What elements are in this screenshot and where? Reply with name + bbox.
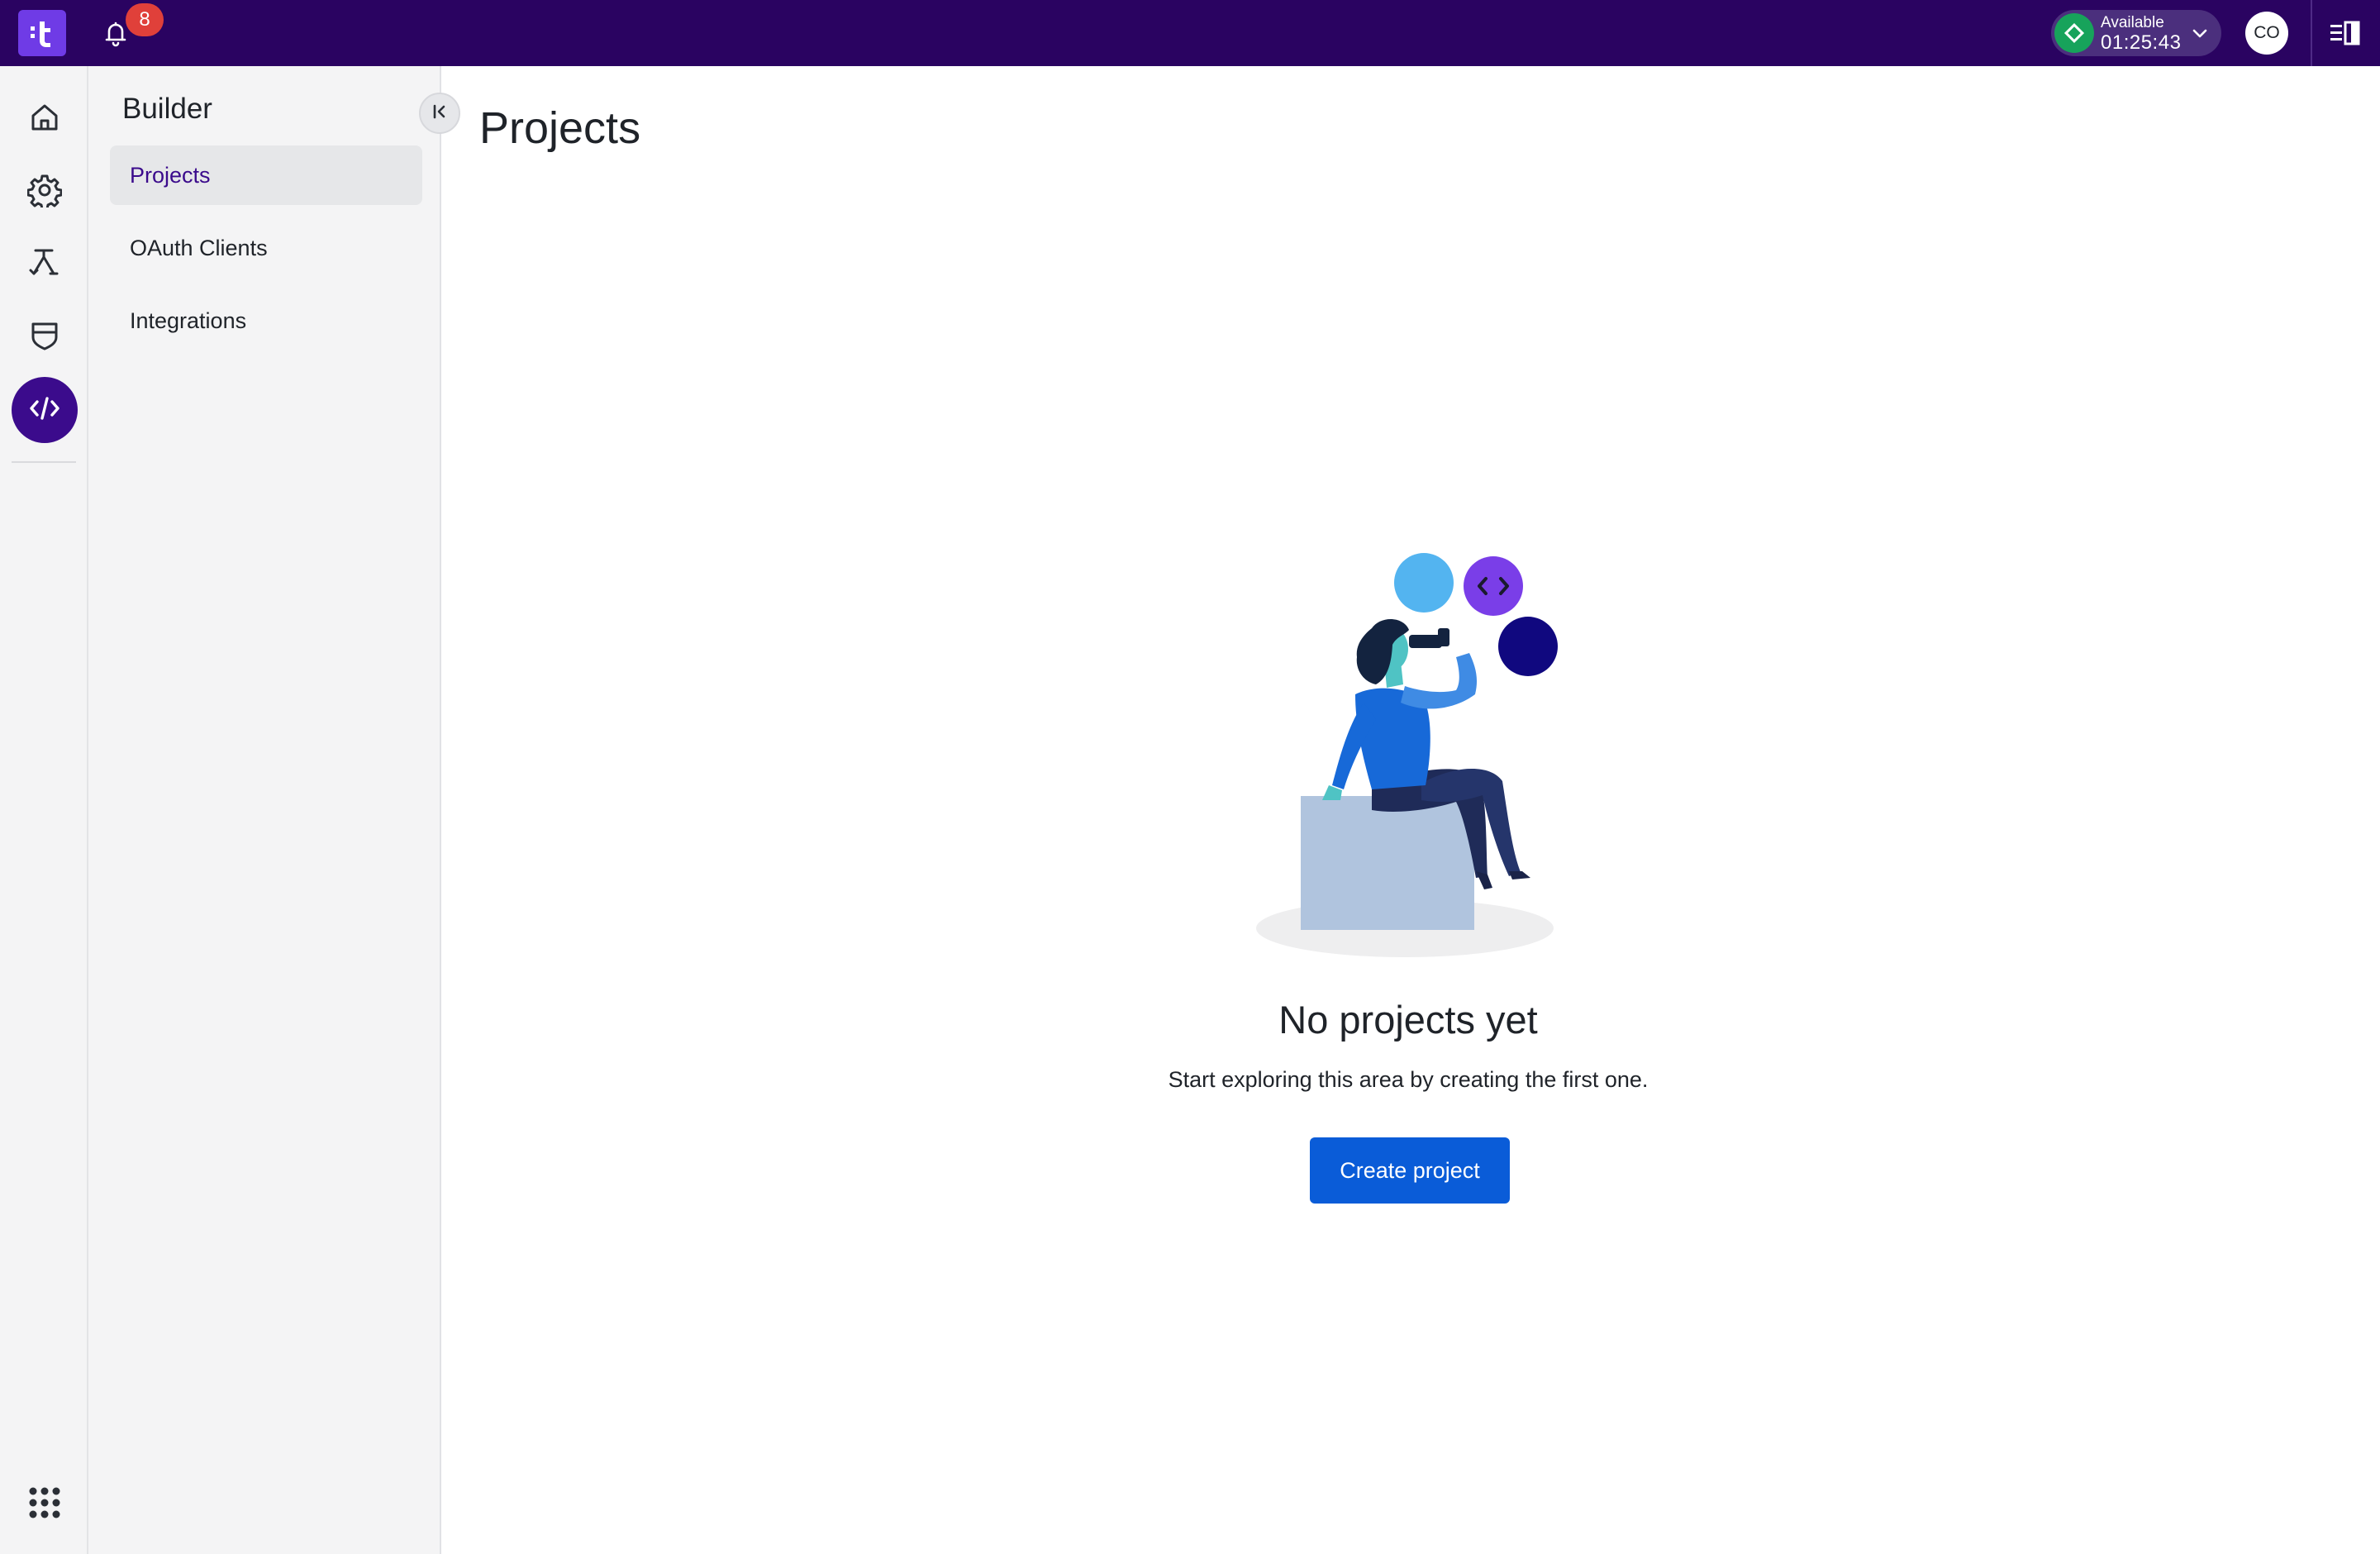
divider: [2311, 0, 2312, 66]
empty-state-illustration: [1240, 537, 1587, 975]
sidebar-item-integrations[interactable]: Integrations: [110, 291, 422, 350]
user-avatar[interactable]: CO: [2245, 12, 2288, 55]
builder-sidebar: Builder Projects OAuth Clients Integrati…: [88, 66, 460, 1554]
top-bar: 8 Available 01:25:43 CO: [0, 0, 2380, 66]
notification-badge: 8: [126, 3, 164, 36]
icon-rail: [0, 66, 88, 1554]
chevron-down-icon: [2190, 23, 2210, 43]
rail-security-button[interactable]: [12, 304, 78, 370]
sidebar-item-oauth-clients[interactable]: OAuth Clients: [110, 218, 422, 278]
empty-state-title: No projects yet: [1278, 998, 1538, 1042]
collapse-sidebar-button[interactable]: [419, 93, 460, 134]
side-panel-toggle-icon[interactable]: [2329, 18, 2362, 48]
apps-grid-icon[interactable]: [25, 1483, 64, 1523]
rail-home-button[interactable]: [12, 86, 78, 152]
app-logo-icon[interactable]: [18, 10, 66, 56]
sidebar-item-label: Projects: [130, 162, 211, 188]
page-title: Projects: [479, 103, 641, 153]
empty-state-subtitle: Start exploring this area by creating th…: [1168, 1067, 1649, 1092]
rail-divider: [12, 461, 76, 463]
routing-icon: [27, 245, 62, 284]
sidebar-item-label: Integrations: [130, 307, 247, 333]
availability-status-button[interactable]: Available 01:25:43: [2051, 10, 2221, 56]
rail-routing-button[interactable]: [12, 231, 78, 298]
status-available-icon: [2054, 13, 2094, 53]
rail-builder-button[interactable]: [12, 377, 78, 443]
shield-icon: [28, 319, 61, 356]
code-icon: [27, 391, 62, 430]
sidebar-title: Builder: [122, 93, 212, 125]
rail-settings-button[interactable]: [12, 159, 78, 225]
status-label: Available: [2101, 14, 2164, 31]
gear-icon: [26, 173, 63, 212]
collapse-left-icon: [430, 102, 450, 126]
sidebar-item-projects[interactable]: Projects: [110, 145, 422, 205]
status-timer: 01:25:43: [2101, 31, 2182, 54]
home-icon: [28, 101, 61, 138]
sidebar-item-label: OAuth Clients: [130, 235, 268, 260]
create-project-button[interactable]: Create project: [1310, 1137, 1510, 1204]
